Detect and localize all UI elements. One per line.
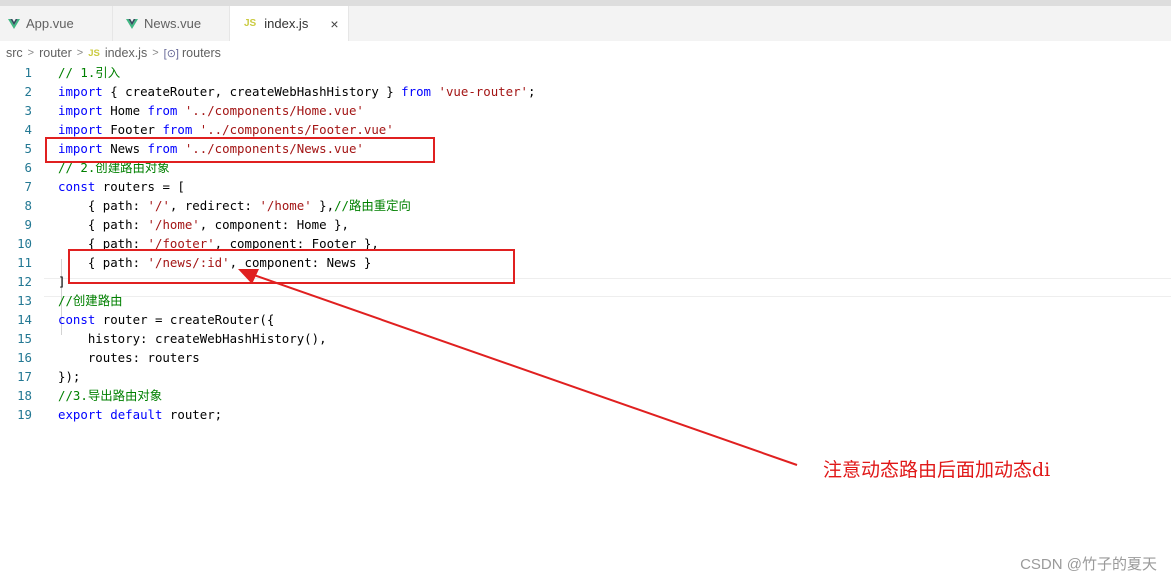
watermark: CSDN @竹子的夏天: [1020, 556, 1157, 573]
annotation-arrow: [238, 269, 798, 466]
annotation-note: 注意动态路由后面加动态di: [823, 459, 1051, 481]
arrow-line: [247, 272, 798, 466]
